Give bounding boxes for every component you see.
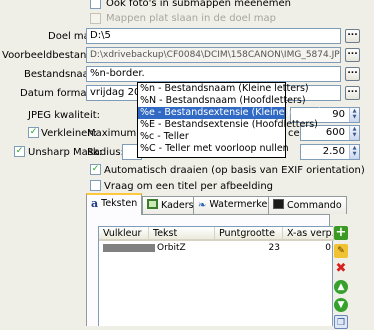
dropdown-item[interactable]: %N - Bestandsnaam (Hoofdletters) bbox=[138, 95, 306, 107]
copy-icon[interactable]: ❐ bbox=[334, 315, 348, 329]
ask-title-checkbox[interactable] bbox=[90, 180, 101, 191]
jpeg-quality-label: JPEG kwaliteit: bbox=[28, 110, 101, 121]
dropdown-item[interactable]: %C - Teller met voorloop nullen bbox=[138, 143, 289, 155]
move-down-icon[interactable]: ▼ bbox=[334, 298, 348, 312]
tab-watermerken[interactable]: ❧ Watermerken bbox=[193, 196, 279, 214]
tab-label: Teksten bbox=[101, 198, 138, 209]
auto-rotate-checkbox[interactable]: ✓ bbox=[90, 164, 101, 175]
target-folder-browse-button[interactable]: ... bbox=[345, 29, 360, 43]
dropdown-item[interactable]: %n - Bestandsnaam (Kleine letters) bbox=[138, 83, 309, 95]
frame-icon bbox=[147, 199, 158, 209]
tab-label: Watermerken bbox=[209, 199, 274, 210]
tab-commando[interactable]: Commando bbox=[268, 196, 347, 214]
add-icon[interactable]: + bbox=[334, 226, 348, 240]
tab-teksten[interactable]: a Teksten bbox=[86, 193, 143, 215]
delete-icon[interactable]: ✖ bbox=[334, 262, 348, 276]
filename-token-dropdown[interactable]: %n - Bestandsnaam (Kleine letters) %N - … bbox=[137, 82, 322, 158]
table-row[interactable]: OrbitZ 23 0 bbox=[99, 242, 333, 254]
flatten-target-checkbox bbox=[90, 13, 101, 24]
tab-kaders[interactable]: Kaders bbox=[142, 196, 199, 214]
unsharp-checkbox[interactable]: ✓ bbox=[14, 146, 25, 157]
resize-spinner[interactable]: ▲ ▼ bbox=[349, 126, 359, 140]
resize-value: 600 bbox=[325, 127, 345, 138]
include-subfolders-checkbox[interactable] bbox=[90, 0, 101, 9]
auto-rotate-label: Automatisch draaien (op basis van EXIF o… bbox=[104, 165, 365, 176]
dropdown-item-selected[interactable]: %e - Bestandsextensie (Kleine letters) bbox=[138, 107, 322, 119]
column-header-fill-color[interactable]: Vulkleur bbox=[99, 227, 149, 241]
command-icon bbox=[273, 199, 284, 209]
fill-color-swatch bbox=[103, 244, 155, 252]
example-file-browse-button[interactable]: ... bbox=[345, 48, 360, 62]
tab-label: Kaders bbox=[161, 200, 194, 211]
move-up-icon[interactable]: ▲ bbox=[334, 280, 348, 294]
text-overlay-table[interactable]: Vulkleur Tekst Puntgrootte X-as verp... … bbox=[98, 226, 334, 326]
cell-text: OrbitZ bbox=[157, 243, 186, 253]
watermark-icon: ❧ bbox=[198, 200, 207, 211]
cell-x-offset: 0 bbox=[325, 243, 331, 253]
dropdown-item[interactable]: %c - Teller bbox=[138, 131, 285, 143]
unsharp-amount-value: 2.50 bbox=[322, 146, 345, 157]
cell-point-size: 23 bbox=[268, 243, 280, 253]
flatten-target-label: Mappen plat slaan in de doel map bbox=[106, 13, 276, 24]
dropdown-item[interactable]: %E - Bestandsextensie (Hoofdletters) bbox=[138, 119, 318, 131]
tab-label: Commando bbox=[287, 200, 342, 211]
include-subfolders-label: Ook foto's in submappen meenemen bbox=[106, 0, 291, 9]
edit-icon[interactable]: ✎ bbox=[334, 244, 348, 258]
ask-title-label: Vraag om een titel per afbeelding bbox=[104, 181, 274, 192]
filename-options-button[interactable]: ... bbox=[345, 67, 360, 81]
column-header-point-size[interactable]: Puntgrootte bbox=[215, 227, 283, 241]
date-format-button[interactable]: ... bbox=[345, 86, 360, 100]
unsharp-spinner[interactable]: ▲ ▼ bbox=[349, 145, 359, 159]
target-folder-input[interactable]: D:\5 bbox=[86, 28, 341, 44]
column-header-text[interactable]: Tekst bbox=[149, 227, 215, 241]
jpeg-quality-spinner[interactable]: ▲ ▼ bbox=[349, 108, 359, 122]
radius-label: Radius: bbox=[87, 147, 124, 158]
jpeg-quality-value: 90 bbox=[332, 109, 345, 120]
example-file-input[interactable]: D:\xdrivebackup\CF0084\DCIM\158CANON\IMG… bbox=[86, 47, 341, 63]
column-header-x-offset[interactable]: X-as verp... bbox=[283, 227, 334, 241]
text-icon: a bbox=[91, 197, 99, 210]
example-file-label: Voorbeeldbestand: bbox=[2, 50, 97, 61]
filename-input[interactable]: %n-border. bbox=[86, 66, 341, 82]
resize-checkbox[interactable]: ✓ bbox=[28, 127, 39, 138]
